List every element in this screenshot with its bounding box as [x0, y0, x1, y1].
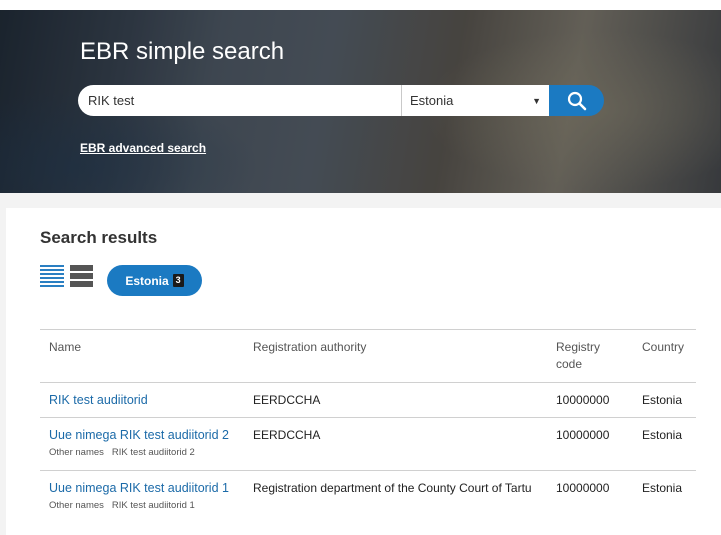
other-names: Other names RIK test audiitorid 2	[49, 444, 249, 461]
top-strip	[0, 0, 721, 10]
search-bar: Estonia ▼	[78, 85, 604, 116]
other-names-value: RIK test audiitorid 2	[111, 447, 195, 458]
chip-label: Estonia	[125, 273, 169, 288]
other-names-label: Other names	[49, 500, 104, 511]
advanced-search-link[interactable]: EBR advanced search	[80, 141, 206, 155]
country-cell: Estonia	[642, 428, 683, 442]
other-names-value: RIK test audiitorid 1	[111, 500, 195, 511]
column-header-country: Country	[642, 340, 685, 354]
table-header: Name Registration authority Registry cod…	[40, 329, 696, 382]
results-table: Name Registration authority Registry cod…	[40, 329, 696, 530]
column-header-authority: Registration authority	[253, 340, 367, 354]
company-name-link[interactable]: Uue nimega RIK test audiitorid 2	[49, 428, 229, 442]
code-cell: 10000000	[556, 393, 610, 407]
chip-count-badge: 3	[172, 274, 184, 287]
search-button[interactable]	[549, 85, 604, 116]
code-cell: 10000000	[556, 428, 610, 442]
caret-down-icon: ▼	[532, 95, 541, 106]
column-header-code: Registry code	[556, 340, 601, 371]
table-row: RIK test audiitorid EERDCCHA 10000000 Es…	[40, 382, 696, 417]
code-cell: 10000000	[556, 481, 610, 495]
authority-cell: EERDCCHA	[253, 428, 321, 442]
search-input[interactable]	[78, 85, 401, 116]
country-cell: Estonia	[642, 481, 683, 495]
country-select-value: Estonia	[410, 93, 454, 108]
table-row: Uue nimega RIK test audiitorid 2 Other n…	[40, 417, 696, 470]
page-title: EBR simple search	[80, 38, 285, 65]
other-names-label: Other names	[49, 447, 104, 458]
other-names: Other names RIK test audiitorid 1	[49, 497, 249, 514]
section-gap	[0, 193, 721, 208]
country-cell: Estonia	[642, 393, 683, 407]
authority-cell: Registration department of the County Co…	[253, 481, 532, 495]
compact-view-icon[interactable]	[70, 265, 93, 287]
country-select[interactable]: Estonia ▼	[401, 85, 549, 116]
company-name-link[interactable]: RIK test audiitorid	[49, 393, 148, 407]
country-filter-chip[interactable]: Estonia 3	[107, 265, 202, 296]
company-name-link[interactable]: Uue nimega RIK test audiitorid 1	[49, 481, 229, 495]
column-header-name: Name	[49, 340, 82, 354]
results-title: Search results	[40, 228, 158, 247]
hero-banner: EBR simple search Estonia ▼ EBR advanced…	[0, 0, 721, 193]
magnifier-icon	[567, 91, 586, 110]
table-row: Uue nimega RIK test audiitorid 1 Other n…	[40, 470, 696, 530]
list-view-icon[interactable]	[40, 265, 64, 287]
authority-cell: EERDCCHA	[253, 393, 321, 407]
